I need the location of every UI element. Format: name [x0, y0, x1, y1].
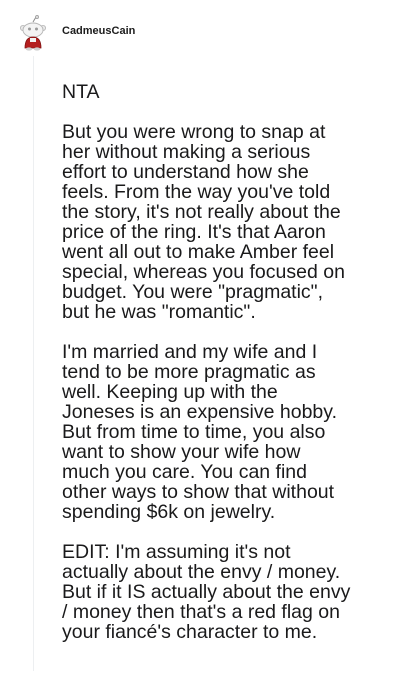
comment-paragraph-edit: EDIT: I'm assuming it's not actually abo… — [62, 541, 351, 643]
thread-collapse-line[interactable] — [33, 56, 34, 671]
comment-header: CadmeusCain — [17, 15, 135, 51]
comment-paragraph-verdict: NTA — [62, 81, 100, 103]
snoo-avatar-icon — [20, 15, 46, 51]
comment-paragraph-1: But you were wrong to snap at her withou… — [62, 121, 345, 323]
comment-body: NTA But you were wrong to snap at her wi… — [62, 82, 392, 642]
avatar[interactable] — [17, 15, 49, 51]
comment-paragraph-2: I'm married and my wife and I tend to be… — [62, 341, 337, 523]
username-link[interactable]: CadmeusCain — [62, 25, 135, 37]
comment-card: CadmeusCain NTA But you were wrong to sn… — [0, 0, 400, 690]
